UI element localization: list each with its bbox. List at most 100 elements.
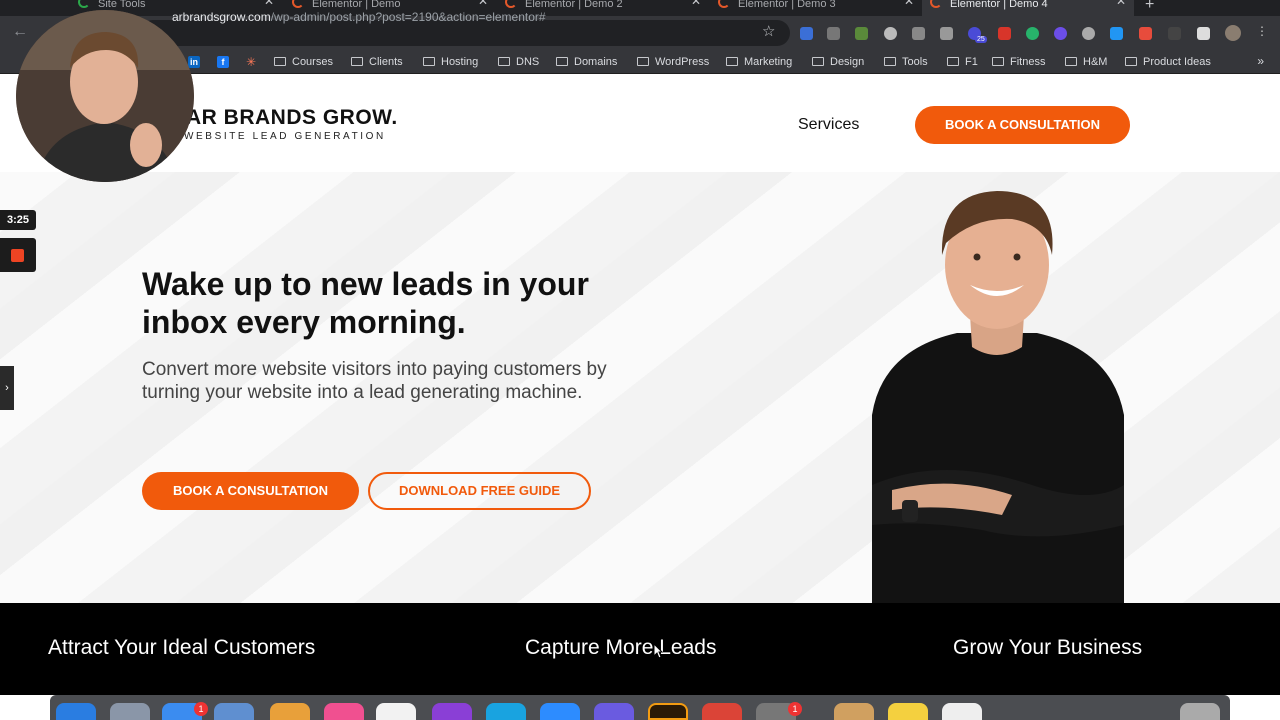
bookmark-label: WordPress: [655, 56, 710, 68]
launchpad-icon[interactable]: [110, 703, 150, 720]
bookmark-label: Marketing: [744, 56, 793, 68]
zoom-icon[interactable]: [540, 703, 580, 720]
finder-icon[interactable]: [56, 703, 96, 720]
folder-icon: [947, 57, 959, 66]
trash-icon[interactable]: [1180, 703, 1220, 720]
url-text[interactable]: arbrandsgrow.com/wp-admin/post.php?post=…: [172, 10, 546, 24]
download-guide-button[interactable]: DOWNLOAD FREE GUIDE: [368, 472, 591, 510]
extension-icon[interactable]: [884, 27, 897, 40]
bookmark-folder[interactable]: F1: [947, 56, 978, 68]
close-icon[interactable]: ✕: [478, 0, 488, 7]
bookmark-folder[interactable]: Hosting: [423, 56, 478, 68]
download-icon[interactable]: [1110, 27, 1123, 40]
book-consultation-button[interactable]: BOOK A CONSULTATION: [142, 472, 359, 510]
site-logo[interactable]: AR BRANDS GROW.: [186, 106, 398, 130]
nav-link-services[interactable]: Services: [798, 116, 859, 134]
bookmark-folder[interactable]: Fitness: [992, 56, 1045, 68]
extension-icon[interactable]: [940, 27, 953, 40]
extension-icon[interactable]: [800, 27, 813, 40]
bookmark-folder[interactable]: Design: [812, 56, 864, 68]
bookmark-label: Tools: [902, 56, 928, 68]
webcam-overlay: [16, 10, 194, 182]
extension-icon[interactable]: [1139, 27, 1152, 40]
app-icon[interactable]: [834, 703, 874, 720]
extension-icon[interactable]: [998, 27, 1011, 40]
folder-icon: [556, 57, 568, 66]
panel-expand-handle[interactable]: ›: [0, 366, 14, 410]
elementor-favicon-icon: [930, 0, 942, 8]
bookmark-folder[interactable]: Marketing: [726, 56, 792, 68]
bookmark-star-icon[interactable]: ☆: [762, 22, 775, 40]
preview-icon[interactable]: [214, 703, 254, 720]
bookmark-folder[interactable]: DNS: [498, 56, 539, 68]
extension-icon[interactable]: [912, 27, 925, 40]
bookmark-label: Design: [830, 56, 865, 68]
bookmark-label: H&M: [1083, 56, 1108, 68]
bookmarks-overflow-icon[interactable]: »: [1257, 54, 1264, 68]
menu-icon[interactable]: ⋮: [1256, 24, 1269, 38]
podcasts-icon[interactable]: [432, 703, 472, 720]
chrome-icon[interactable]: [702, 703, 742, 720]
bookmark-folder[interactable]: Tools: [884, 56, 928, 68]
close-icon[interactable]: ✕: [1116, 0, 1126, 7]
skype-icon[interactable]: [486, 703, 526, 720]
app-icon[interactable]: [594, 703, 634, 720]
notification-badge: 1: [788, 702, 802, 716]
close-icon[interactable]: ✕: [691, 0, 701, 7]
extension-icon[interactable]: [1168, 27, 1181, 40]
webcam-person-image: [16, 10, 194, 182]
back-arrow-icon[interactable]: ←: [12, 23, 28, 41]
feature-attract: Attract Your Ideal Customers: [48, 636, 316, 659]
extension-icon[interactable]: [827, 27, 840, 40]
bookmarks-bar: in f ✳ Courses Clients Hosting DNS Domai…: [0, 50, 1280, 74]
photos-icon[interactable]: [270, 703, 310, 720]
facebook-icon[interactable]: f: [217, 56, 229, 68]
folder-icon: [812, 57, 824, 66]
extension-icon[interactable]: [1054, 27, 1067, 40]
linkedin-icon[interactable]: in: [188, 56, 200, 68]
site-tagline: WEBSITE LEAD GENERATION: [184, 131, 386, 142]
bookmark-folder[interactable]: Domains: [556, 56, 617, 68]
extension-icon[interactable]: [1082, 27, 1095, 40]
folder-icon: [274, 57, 286, 66]
document-icon[interactable]: [942, 703, 982, 720]
bookmark-label: Product Ideas: [1143, 56, 1211, 68]
puzzle-icon[interactable]: [1197, 27, 1210, 40]
folder-icon: [351, 57, 363, 66]
tab-label: Site Tools: [98, 0, 146, 10]
tab-label: Elementor | Demo 4: [950, 0, 1048, 10]
tab-favicon-icon: [78, 0, 90, 8]
bookmark-folder[interactable]: WordPress: [637, 56, 709, 68]
folder-icon: [637, 57, 649, 66]
extension-icon[interactable]: [855, 27, 868, 40]
music-icon[interactable]: [324, 703, 364, 720]
folder-icon: [1065, 57, 1077, 66]
elementor-favicon-icon: [292, 0, 304, 8]
calendar-icon[interactable]: [376, 703, 416, 720]
close-icon[interactable]: ✕: [264, 0, 274, 7]
folder-icon: [884, 57, 896, 66]
profile-avatar[interactable]: [1225, 25, 1241, 41]
extension-badge: 25: [975, 36, 987, 43]
bookmark-label: Clients: [369, 56, 403, 68]
stop-icon: [11, 249, 24, 262]
bookmark-folder[interactable]: Clients: [351, 56, 403, 68]
hero-person-image: [872, 191, 1124, 603]
close-icon[interactable]: ✕: [904, 0, 914, 7]
folder-icon: [498, 57, 510, 66]
tab-elementor-demo-4[interactable]: Elementor | Demo 4 ✕: [922, 0, 1134, 16]
new-tab-plus-icon[interactable]: +: [1145, 0, 1154, 14]
bookmark-folder[interactable]: H&M: [1065, 56, 1107, 68]
stop-recording-button[interactable]: [0, 238, 36, 272]
bookmark-folder[interactable]: Product Ideas: [1125, 56, 1211, 68]
bookmark-folder[interactable]: Courses: [274, 56, 333, 68]
tab-label: Elementor | Demo 3: [738, 0, 836, 10]
notes-icon[interactable]: [888, 703, 928, 720]
grammarly-icon[interactable]: [1026, 27, 1039, 40]
hubspot-icon[interactable]: ✳: [245, 56, 257, 68]
folder-icon: [423, 57, 435, 66]
feature-capture: Capture More Leads: [525, 636, 717, 659]
illustrator-icon[interactable]: [648, 703, 688, 720]
header-book-consultation-button[interactable]: BOOK A CONSULTATION: [915, 106, 1130, 144]
tab-elementor-demo-3[interactable]: Elementor | Demo 3 ✕: [710, 0, 922, 16]
